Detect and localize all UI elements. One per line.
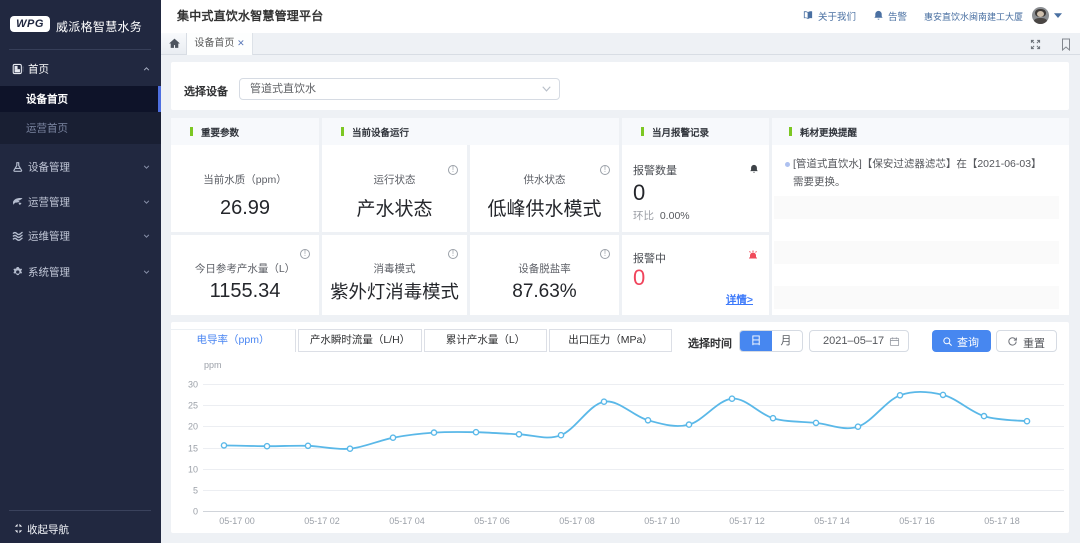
svg-text:05-17 14: 05-17 14 (814, 516, 850, 526)
svg-text:0: 0 (193, 507, 198, 517)
svg-text:05-17 10: 05-17 10 (644, 516, 680, 526)
svg-text:05-17 12: 05-17 12 (729, 516, 765, 526)
svg-text:ppm: ppm (204, 360, 222, 370)
svg-text:05-17 02: 05-17 02 (304, 516, 340, 526)
svg-text:15: 15 (188, 444, 198, 454)
svg-text:05-17 08: 05-17 08 (559, 516, 595, 526)
svg-text:05-17 06: 05-17 06 (474, 516, 510, 526)
svg-text:10: 10 (188, 465, 198, 475)
svg-text:05-17 00: 05-17 00 (219, 516, 255, 526)
svg-text:5: 5 (193, 486, 198, 496)
svg-text:20: 20 (188, 422, 198, 432)
svg-text:05-17 04: 05-17 04 (389, 516, 425, 526)
svg-text:25: 25 (188, 401, 198, 411)
svg-text:05-17 16: 05-17 16 (899, 516, 935, 526)
svg-text:05-17 18: 05-17 18 (984, 516, 1020, 526)
svg-text:30: 30 (188, 380, 198, 390)
